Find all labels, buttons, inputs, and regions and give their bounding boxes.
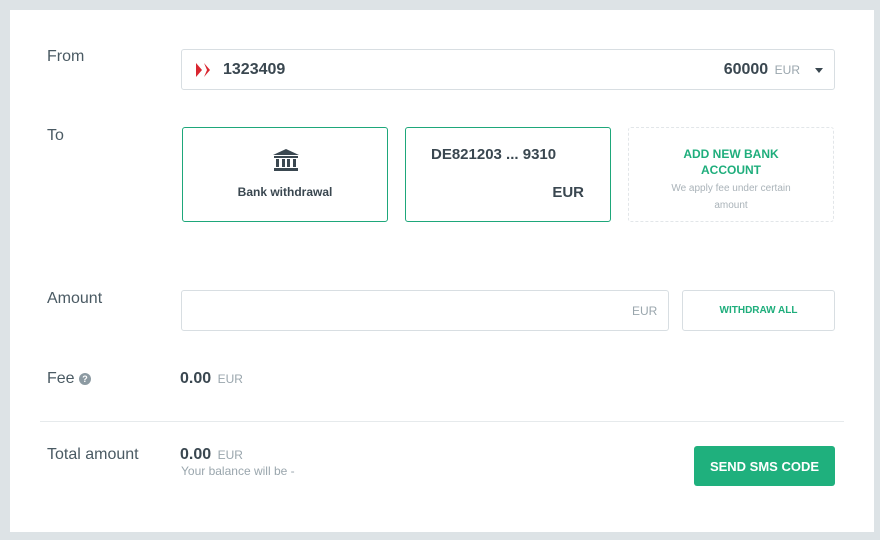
bank-withdrawal-option[interactable]: Bank withdrawal <box>182 127 388 222</box>
bank-icon <box>273 149 299 171</box>
withdrawal-form: From 1323409 60000 EUR To Bank withdrawa… <box>10 10 874 532</box>
saved-bank-account-option[interactable]: DE821203 ... 9310 EUR <box>405 127 611 222</box>
source-account-select[interactable]: 1323409 60000 EUR <box>181 49 835 90</box>
balance-currency: EUR <box>774 63 800 77</box>
amount-currency: EUR <box>632 304 658 318</box>
send-sms-code-button[interactable]: SEND SMS CODE <box>694 446 835 486</box>
add-title-line1: ADD NEW BANK <box>683 147 779 161</box>
account-number: 1323409 <box>223 61 286 78</box>
to-label: To <box>47 127 64 144</box>
fee-value: 0.00 <box>180 370 212 387</box>
from-label: From <box>47 48 85 65</box>
iban-currency: EUR <box>552 184 584 201</box>
total-amount-label: Total amount <box>47 446 139 463</box>
add-bank-account-option[interactable]: ADD NEW BANK ACCOUNT We apply fee under … <box>628 127 834 222</box>
help-icon[interactable]: ? <box>79 373 91 385</box>
total-value: 0.00 <box>180 446 212 463</box>
total-amount: 0.00 EUR <box>180 446 243 464</box>
amount-label: Amount <box>47 290 103 307</box>
chevron-down-icon <box>815 68 823 73</box>
add-title-line2: ACCOUNT <box>701 163 761 177</box>
add-bank-account-title: ADD NEW BANK ACCOUNT <box>629 146 833 178</box>
fee-currency: EUR <box>217 372 243 386</box>
account-balance: 60000 EUR <box>724 61 800 79</box>
add-sub-line1: We apply fee under certain <box>671 183 791 194</box>
fee-amount: 0.00 EUR <box>180 370 243 388</box>
withdraw-all-button[interactable]: WITHDRAW ALL <box>682 290 835 331</box>
divider <box>40 421 844 422</box>
provider-logo-icon <box>196 63 210 77</box>
fee-label: Fee <box>47 370 75 387</box>
amount-input[interactable] <box>181 290 669 331</box>
add-bank-account-note: We apply fee under certain amount <box>629 180 833 214</box>
bank-withdrawal-label: Bank withdrawal <box>237 185 333 199</box>
add-sub-line2: amount <box>714 200 748 211</box>
iban-text: DE821203 ... 9310 <box>431 146 557 163</box>
total-currency: EUR <box>217 448 243 462</box>
balance-note: Your balance will be - <box>181 464 295 478</box>
balance-value: 60000 <box>723 61 769 78</box>
